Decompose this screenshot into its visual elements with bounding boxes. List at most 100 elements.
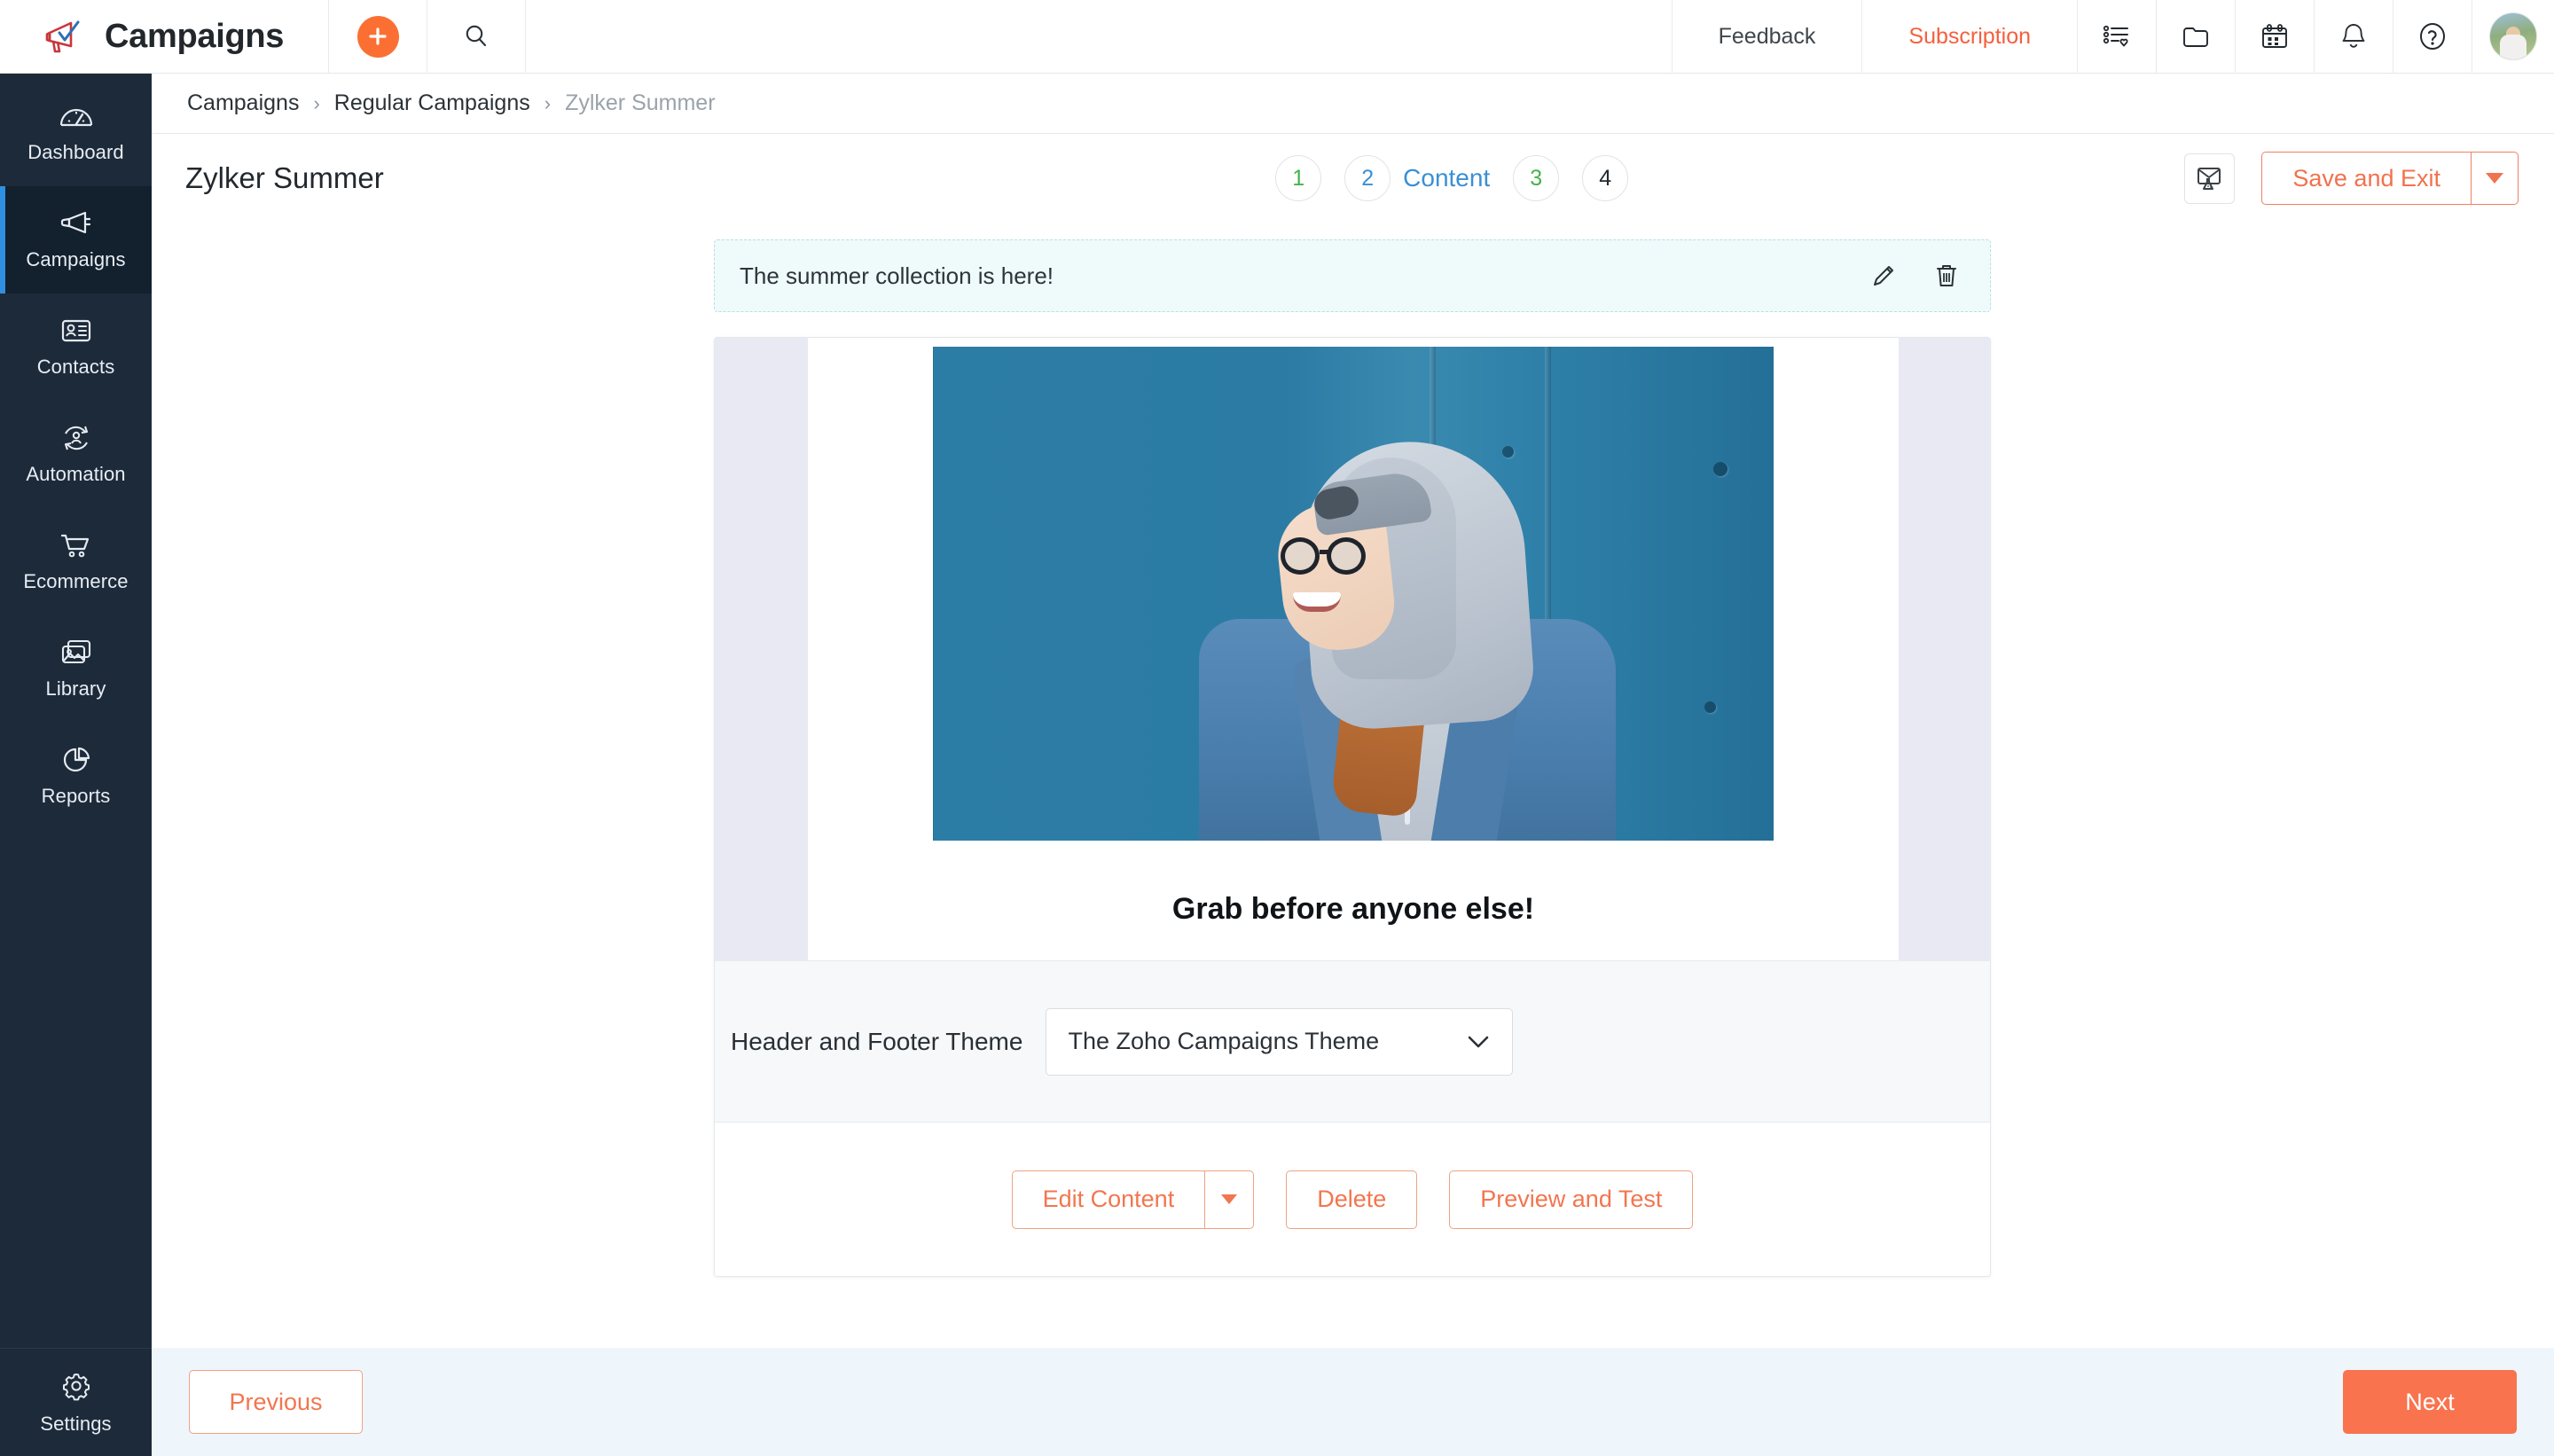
bell-icon-button[interactable] xyxy=(2315,0,2393,74)
plus-icon xyxy=(356,15,399,58)
edit-subject-button[interactable] xyxy=(1869,262,1898,290)
email-preview-card: Grab before anyone else! The summer coll… xyxy=(714,337,1991,1277)
help-icon-button[interactable] xyxy=(2393,0,2472,74)
eyeglasses xyxy=(1281,537,1380,575)
envelope-flask-icon xyxy=(2195,164,2225,192)
breadcrumb: Campaigns › Regular Campaigns › Zylker S… xyxy=(152,74,2554,134)
sidebar-item-label: Reports xyxy=(41,785,111,807)
save-and-exit-dropdown-button[interactable] xyxy=(2471,152,2519,205)
chevron-down-icon xyxy=(2486,173,2503,184)
preview-and-test-button[interactable]: Preview and Test xyxy=(1449,1170,1694,1229)
page-header: Zylker Summer 1 2 Content 3 4 Save and E… xyxy=(152,134,2554,223)
step-label: Content xyxy=(1403,164,1491,192)
subject-actions xyxy=(1869,262,1965,290)
step-2[interactable]: 2 Content xyxy=(1344,155,1490,201)
sidebar-item-reports[interactable]: Reports xyxy=(0,723,152,830)
email-body-text: The summer collection is here. A collect… xyxy=(808,927,1899,960)
theme-label: Header and Footer Theme xyxy=(731,1027,1023,1055)
top-bar: Campaigns Feedback Subscription xyxy=(0,0,2554,74)
delete-subject-button[interactable] xyxy=(1933,262,1960,290)
search-button[interactable] xyxy=(427,0,525,74)
sidebar-item-ecommerce[interactable]: Ecommerce xyxy=(0,508,152,615)
breadcrumb-item-campaigns[interactable]: Campaigns xyxy=(187,90,299,116)
add-button[interactable] xyxy=(329,0,427,74)
sidebar-item-library[interactable]: Library xyxy=(0,615,152,723)
breadcrumb-item-regular-campaigns[interactable]: Regular Campaigns xyxy=(334,90,530,116)
theme-row: Header and Footer Theme The Zoho Campaig… xyxy=(715,960,1990,1122)
images-icon xyxy=(59,638,94,668)
theme-selected-value: The Zoho Campaigns Theme xyxy=(1068,1028,1380,1054)
sidebar-item-label: Ecommerce xyxy=(23,570,129,592)
list-heart-icon-button[interactable] xyxy=(2078,0,2156,74)
sidebar-nav: Dashboard Campaigns Contacts Automation … xyxy=(0,74,152,830)
next-button[interactable]: Next xyxy=(2343,1370,2517,1434)
step-number: 1 xyxy=(1275,155,1322,201)
feedback-button[interactable]: Feedback xyxy=(1673,0,1862,74)
sidebar-item-label: Library xyxy=(45,677,106,700)
email-preview-scroll[interactable]: Grab before anyone else! The summer coll… xyxy=(715,338,1990,960)
sidebar-item-label: Dashboard xyxy=(27,141,124,163)
sidebar-item-label: Campaigns xyxy=(26,248,126,270)
wall-bolt xyxy=(1713,462,1727,476)
pie-chart-icon xyxy=(59,745,94,775)
content-canvas: The summer collection is here! Grab befo… xyxy=(152,223,2554,1348)
edit-content-button[interactable]: Edit Content xyxy=(1011,1170,1205,1229)
search-icon xyxy=(463,23,490,50)
previous-button[interactable]: Previous xyxy=(189,1370,363,1434)
email-heading: Grab before anyone else! xyxy=(1171,892,1535,926)
theme-select[interactable]: The Zoho Campaigns Theme xyxy=(1046,1007,1514,1076)
subject-text: The summer collection is here! xyxy=(740,262,1054,289)
chevron-down-icon xyxy=(1466,1034,1491,1050)
bell-icon xyxy=(2339,21,2369,51)
brand-name: Campaigns xyxy=(105,17,285,55)
user-avatar-button[interactable] xyxy=(2472,0,2554,74)
sidebar-item-label: Automation xyxy=(26,463,126,485)
edit-content-group: Edit Content xyxy=(1011,1170,1255,1229)
page-title: Zylker Summer xyxy=(185,161,384,194)
sidebar-item-settings[interactable]: Settings xyxy=(0,1348,152,1456)
breadcrumb-item-current: Zylker Summer xyxy=(565,90,716,115)
step-indicator: 1 2 Content 3 4 xyxy=(719,155,2184,201)
save-and-exit-group: Save and Exit xyxy=(2261,152,2519,205)
step-number: 4 xyxy=(1582,155,1629,201)
sidebar: Dashboard Campaigns Contacts Automation … xyxy=(0,74,152,1456)
automation-icon xyxy=(59,423,94,453)
brand[interactable]: Campaigns xyxy=(0,18,328,56)
step-number: 2 xyxy=(1344,155,1391,201)
calendar-icon-button[interactable] xyxy=(2236,0,2314,74)
wizard-footer: Previous Next xyxy=(152,1348,2554,1456)
megaphone-check-icon xyxy=(44,19,85,54)
save-and-exit-button[interactable]: Save and Exit xyxy=(2261,152,2471,205)
calendar-icon xyxy=(2260,21,2290,51)
edit-content-dropdown-button[interactable] xyxy=(1204,1170,1255,1229)
sidebar-item-campaigns[interactable]: Campaigns xyxy=(0,186,152,294)
step-number: 3 xyxy=(1513,155,1560,201)
delete-button[interactable]: Delete xyxy=(1286,1170,1418,1229)
step-4[interactable]: 4 xyxy=(1582,155,1629,201)
test-email-button[interactable] xyxy=(2184,153,2236,204)
sidebar-item-label: Settings xyxy=(40,1413,112,1435)
folder-icon xyxy=(2181,21,2211,51)
pencil-icon xyxy=(1869,262,1898,290)
gear-icon xyxy=(59,1369,93,1403)
sidebar-item-automation[interactable]: Automation xyxy=(0,401,152,508)
breadcrumb-separator: › xyxy=(544,91,552,114)
help-icon xyxy=(2417,20,2448,52)
list-heart-icon xyxy=(2102,21,2132,51)
megaphone-icon xyxy=(59,208,94,239)
subscription-button[interactable]: Subscription xyxy=(1862,0,2077,74)
step-3[interactable]: 3 xyxy=(1513,155,1560,201)
folder-icon-button[interactable] xyxy=(2157,0,2235,74)
content-actions-row: Edit Content Delete Preview and Test xyxy=(715,1122,1990,1276)
cart-icon xyxy=(59,530,94,560)
step-1[interactable]: 1 xyxy=(1275,155,1322,201)
header-actions: Save and Exit xyxy=(2184,152,2554,205)
sidebar-item-dashboard[interactable]: Dashboard xyxy=(0,79,152,186)
caret-down-icon xyxy=(1221,1194,1238,1204)
wall-bolt xyxy=(1704,701,1716,713)
hero-image-wrap xyxy=(808,338,1899,841)
avatar xyxy=(2489,12,2537,60)
sidebar-item-contacts[interactable]: Contacts xyxy=(0,294,152,401)
breadcrumb-separator: › xyxy=(313,91,320,114)
